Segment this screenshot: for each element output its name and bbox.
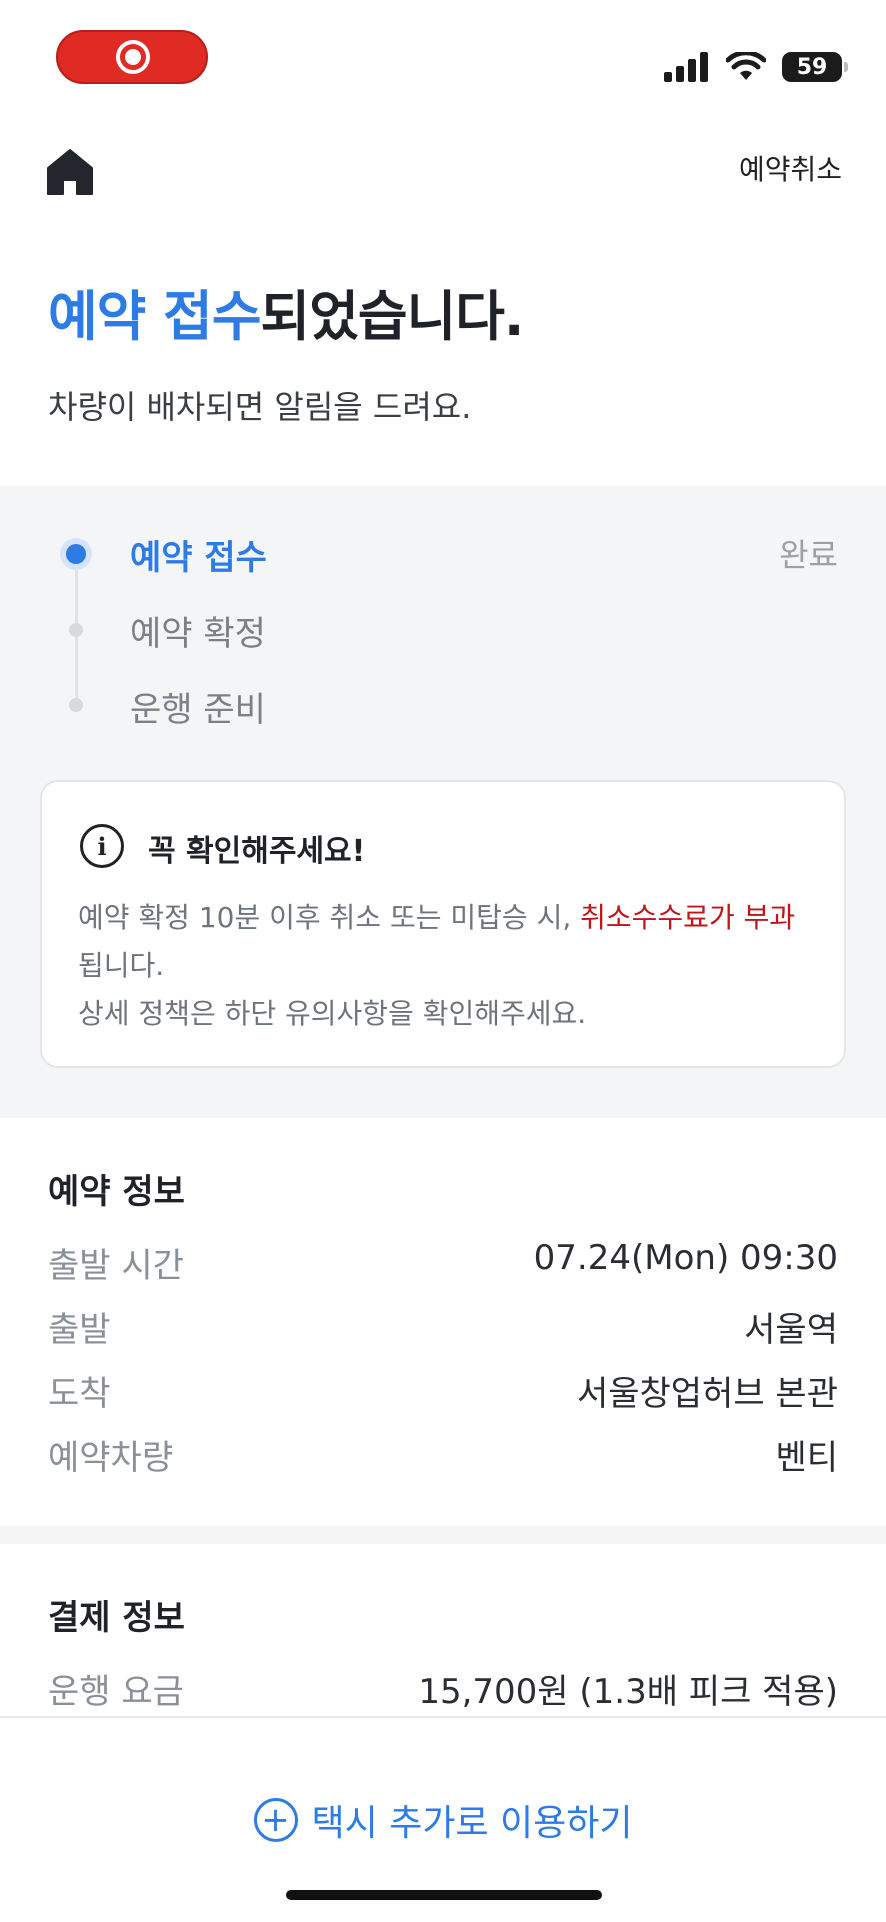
- info-row-arrival: 도착 서울창업허브 본관: [48, 1366, 838, 1415]
- page-title-accent: 예약 접수: [48, 285, 262, 348]
- step-status: 완료: [779, 536, 838, 574]
- home-icon[interactable]: [44, 146, 96, 198]
- info-row-fare: 운행 요금 15,700원 (1.3배 피크 적용): [48, 1664, 838, 1713]
- notice-text: 됩니다.: [78, 949, 165, 982]
- screen-recording-indicator[interactable]: [56, 30, 208, 84]
- cancel-reservation-button[interactable]: 예약취소: [739, 148, 842, 188]
- info-value: 서울역: [744, 1310, 838, 1350]
- info-label: 도착: [48, 1374, 111, 1414]
- info-label: 예약차량: [48, 1438, 174, 1478]
- step-label-received: 예약 접수: [130, 538, 267, 578]
- page-subtitle: 차량이 배차되면 알림을 드려요.: [48, 388, 472, 426]
- home-indicator[interactable]: [286, 1890, 602, 1900]
- info-label: 출발 시간: [48, 1246, 184, 1286]
- info-label: 출발: [48, 1310, 111, 1350]
- notice-text: 상세 정책은 하단 유의사항을 확인해주세요.: [78, 997, 587, 1030]
- info-icon: i: [80, 824, 124, 868]
- notice-card: i 꼭 확인해주세요! 예약 확정 10분 이후 취소 또는 미탑승 시, 취소…: [40, 780, 846, 1068]
- info-value: 서울창업허브 본관: [576, 1374, 838, 1414]
- battery-icon: 59: [782, 52, 848, 82]
- step-dot-received: [66, 544, 86, 564]
- info-value: 15,700원 (1.3배 피크 적용): [418, 1672, 838, 1712]
- wifi-icon: [726, 52, 766, 80]
- info-value: 벤티: [775, 1438, 838, 1478]
- plus-circle-icon: +: [253, 1798, 298, 1842]
- add-taxi-label: 택시 추가로 이용하기: [311, 1803, 633, 1844]
- page-title: 예약 접수되었습니다.: [48, 272, 525, 351]
- signal-icon: [664, 52, 708, 82]
- info-row-vehicle: 예약차량 벤티: [48, 1430, 838, 1479]
- notice-title: 꼭 확인해주세요!: [148, 834, 366, 869]
- status-bar: 59: [0, 0, 886, 110]
- notice-text: 예약 확정 10분 이후 취소 또는 미탑승 시,: [78, 901, 581, 934]
- reservation-info-title: 예약 정보: [48, 1172, 185, 1212]
- info-row-departure-time: 출발 시간 07.24(Mon) 09:30: [48, 1238, 838, 1287]
- notice-body: 예약 확정 10분 이후 취소 또는 미탑승 시, 취소수수료가 부과됩니다. 상…: [78, 894, 818, 1038]
- payment-info-title: 결제 정보: [48, 1598, 185, 1638]
- page-title-rest: 되었습니다.: [260, 285, 525, 348]
- section-divider: [0, 1526, 886, 1544]
- step-label-confirmed: 예약 확정: [130, 614, 266, 654]
- step-dot-preparing: [69, 698, 83, 712]
- record-dot: [125, 49, 141, 65]
- status-icons: 59: [664, 52, 848, 82]
- step-label-preparing: 운행 준비: [130, 690, 266, 730]
- info-value: 07.24(Mon) 09:30: [533, 1238, 838, 1278]
- step-dot-confirmed: [69, 623, 83, 637]
- notice-warning: 취소수수료가 부과: [580, 901, 796, 934]
- add-taxi-button[interactable]: + 택시 추가로 이용하기: [0, 1794, 886, 1846]
- info-label: 운행 요금: [48, 1672, 184, 1712]
- info-row-departure: 출발 서울역: [48, 1302, 838, 1351]
